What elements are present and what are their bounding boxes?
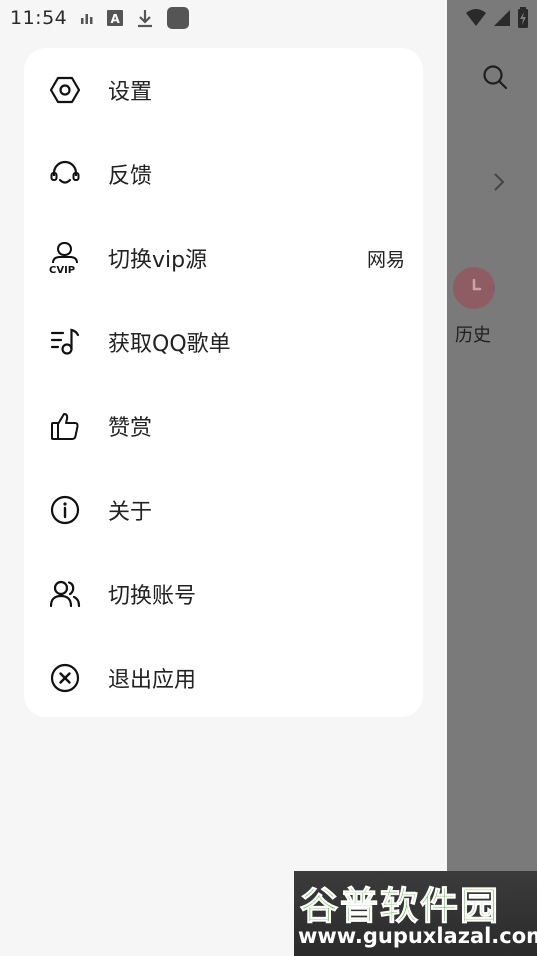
- menu-item-get-qq-playlist[interactable]: 获取QQ歌单: [24, 300, 423, 384]
- menu-item-switch-account[interactable]: 切换账号: [24, 552, 423, 636]
- status-bar: 11:54 A: [0, 0, 537, 36]
- font-a-icon: A: [107, 10, 123, 26]
- headset-icon: [48, 157, 82, 191]
- menu-item-exit-app[interactable]: 退出应用: [24, 636, 423, 720]
- menu-label: 退出应用: [108, 668, 197, 693]
- menu-label: 切换账号: [108, 584, 197, 609]
- signal-bars-icon: [81, 14, 93, 24]
- battery-icon: [518, 7, 528, 28]
- search-icon[interactable]: [481, 63, 509, 91]
- menu-label: 赞赏: [108, 416, 153, 441]
- hexagon-settings-icon: [48, 73, 82, 107]
- system-icons: [465, 6, 529, 30]
- vip-user-icon: CVIP: [48, 241, 82, 275]
- status-time: 11:54: [10, 7, 68, 29]
- watermark-brand: 谷普软件园: [299, 884, 501, 929]
- navigation-drawer: 设置 反馈 CVIP 切换vip源 网易 获取QQ歌单 赞赏 关于 切换账号 退…: [0, 0, 447, 956]
- download-icon: [138, 10, 152, 28]
- vip-source-value: 网易: [366, 248, 405, 271]
- svg-text:CVIP: CVIP: [49, 265, 75, 275]
- close-circle-icon: [48, 661, 82, 695]
- menu-card: 设置 反馈 CVIP 切换vip源 网易 获取QQ歌单 赞赏 关于 切换账号 退…: [24, 48, 423, 717]
- menu-label: 关于: [108, 500, 153, 525]
- history-label: 历史: [455, 325, 491, 346]
- menu-item-switch-vip-source[interactable]: CVIP 切换vip源 网易: [24, 216, 423, 300]
- notification-icons: A: [80, 6, 190, 30]
- watermark-url: www.gupuxlazal.com: [298, 924, 537, 948]
- wifi-icon: [466, 9, 486, 26]
- menu-item-reward[interactable]: 赞赏: [24, 384, 423, 468]
- menu-item-settings[interactable]: 设置: [24, 48, 423, 132]
- info-icon: [48, 493, 82, 527]
- cell-signal-icon: [494, 10, 510, 26]
- chevron-right-icon[interactable]: [491, 170, 507, 194]
- playlist-music-icon: [48, 325, 82, 359]
- watermark-logo: 谷普软件园 www.gupuxlazal.com: [294, 871, 537, 956]
- menu-item-about[interactable]: 关于: [24, 468, 423, 552]
- svg-text:A: A: [111, 12, 121, 26]
- app-notification-icon: [167, 7, 189, 29]
- menu-label: 获取QQ歌单: [108, 332, 231, 357]
- menu-label: 反馈: [108, 164, 153, 189]
- users-icon: [48, 577, 82, 611]
- menu-label: 设置: [108, 80, 153, 105]
- menu-item-feedback[interactable]: 反馈: [24, 132, 423, 216]
- menu-label: 切换vip源: [108, 248, 208, 273]
- history-icon[interactable]: [453, 267, 495, 309]
- thumbs-up-icon: [48, 409, 82, 443]
